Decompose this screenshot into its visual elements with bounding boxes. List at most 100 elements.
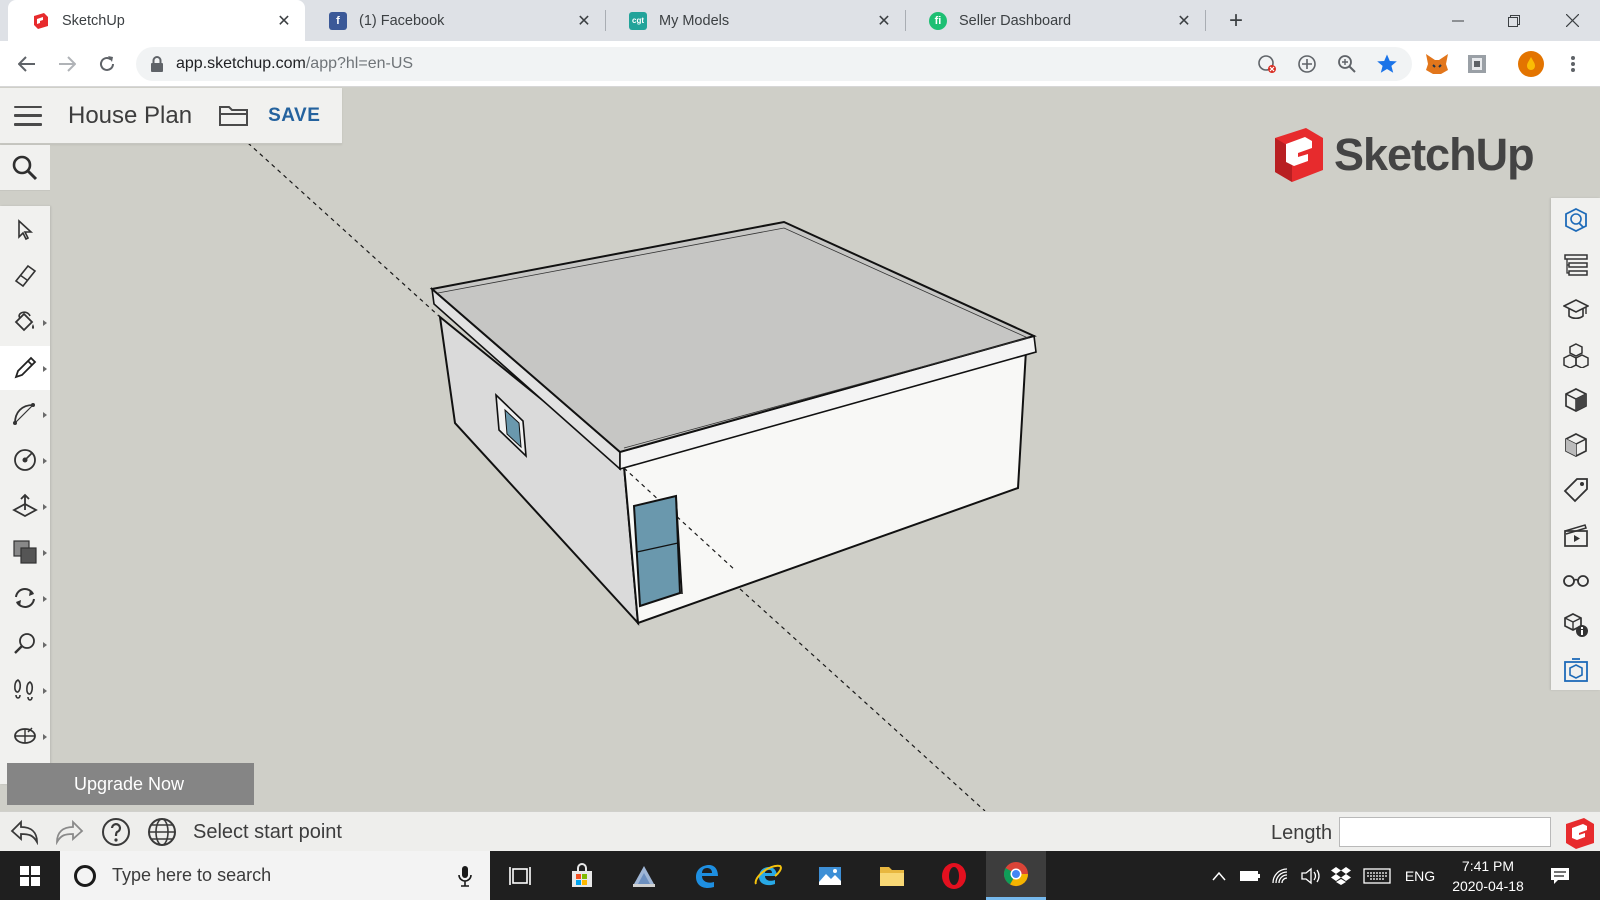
zoom-tool[interactable] xyxy=(0,622,50,666)
battery-tray-icon[interactable] xyxy=(1236,851,1264,900)
keyboard-icon xyxy=(1363,867,1391,884)
taskbar-edge-browser[interactable] xyxy=(676,851,736,900)
install-app-icon[interactable] xyxy=(1294,51,1320,77)
left-toolbar xyxy=(0,206,50,784)
walk-tool[interactable] xyxy=(0,668,50,712)
document-title[interactable]: House Plan xyxy=(68,102,192,130)
close-tab-icon[interactable]: ✕ xyxy=(875,12,893,30)
close-tab-icon[interactable]: ✕ xyxy=(275,12,293,30)
close-window-button[interactable] xyxy=(1544,0,1600,41)
redo-button[interactable] xyxy=(54,817,86,847)
tab-facebook[interactable]: f (1) Facebook ✕ xyxy=(305,0,605,41)
show-hidden-icons-button[interactable] xyxy=(1206,851,1232,900)
scenes-panel-button[interactable] xyxy=(1551,513,1600,557)
select-tool[interactable] xyxy=(0,208,50,252)
tab-title: SketchUp xyxy=(62,12,125,29)
push-pull-tool[interactable] xyxy=(0,484,50,528)
bookmark-star-icon[interactable] xyxy=(1374,51,1400,77)
entity-info-panel-button[interactable] xyxy=(1551,198,1600,242)
arc-tool[interactable] xyxy=(0,392,50,436)
zoom-icon[interactable] xyxy=(1334,51,1360,77)
taskbar-file-explorer[interactable] xyxy=(862,851,922,900)
taskbar-installer-app[interactable] xyxy=(614,851,674,900)
menu-hamburger-icon[interactable] xyxy=(14,105,42,126)
save-button[interactable]: SAVE xyxy=(268,105,320,127)
tool-flyout-caret-icon xyxy=(43,596,47,602)
sketchup-logo-icon xyxy=(1275,128,1323,182)
eraser-tool[interactable] xyxy=(0,254,50,298)
blocked-popup-icon[interactable] xyxy=(1254,51,1280,77)
outliner-panel-button[interactable] xyxy=(1551,243,1600,287)
tab-separator xyxy=(1205,10,1206,31)
orbit-tool[interactable] xyxy=(0,576,50,620)
tab-title: Seller Dashboard xyxy=(959,12,1072,29)
house-model-drawing[interactable] xyxy=(0,88,1600,811)
tab-sketchup[interactable]: SketchUp ✕ xyxy=(8,0,305,41)
forward-button[interactable] xyxy=(53,50,81,78)
length-input[interactable] xyxy=(1339,817,1551,847)
minimize-window-button[interactable] xyxy=(1430,0,1486,41)
outliner-icon xyxy=(1563,254,1588,276)
tool-flyout-caret-icon xyxy=(43,688,47,694)
extension-icon[interactable] xyxy=(1464,51,1490,77)
components-panel-button[interactable] xyxy=(1551,333,1600,377)
tab-seller-dashboard[interactable]: fi Seller Dashboard ✕ xyxy=(905,0,1205,41)
extension-warehouse-panel-button[interactable] xyxy=(1551,648,1600,692)
network-tray-icon[interactable] xyxy=(1268,851,1294,900)
offset-tool[interactable] xyxy=(0,530,50,574)
touch-keyboard-tray-icon[interactable] xyxy=(1360,851,1394,900)
address-bar[interactable]: app.sketchup.com/app?hl=en-US xyxy=(136,47,1412,81)
styles-panel-button[interactable] xyxy=(1551,423,1600,467)
pencil-tool[interactable] xyxy=(0,346,50,390)
input-language-indicator[interactable]: ENG xyxy=(1398,851,1442,900)
taskbar-photos-app[interactable] xyxy=(800,851,860,900)
taskbar-clock[interactable]: 7:41 PM 2020-04-18 xyxy=(1444,856,1532,896)
windows-logo-icon xyxy=(20,865,40,886)
undo-button[interactable] xyxy=(8,817,40,847)
profile-avatar[interactable] xyxy=(1518,51,1544,77)
paint-bucket-tool[interactable] xyxy=(0,300,50,344)
taskbar-opera-browser[interactable] xyxy=(924,851,984,900)
wifi-icon xyxy=(1272,867,1288,883)
tags-panel-button[interactable] xyxy=(1551,468,1600,512)
task-view-button[interactable] xyxy=(490,851,550,900)
tool-flyout-caret-icon xyxy=(43,734,47,740)
restore-window-button[interactable] xyxy=(1486,0,1542,41)
instructor-panel-button[interactable] xyxy=(1551,288,1600,332)
upgrade-now-button[interactable]: Upgrade Now xyxy=(7,763,254,805)
sketchup-logo-text: SketchUp xyxy=(1334,129,1535,180)
microphone-icon[interactable] xyxy=(458,865,472,887)
open-folder-icon[interactable] xyxy=(218,104,250,128)
volume-tray-icon[interactable] xyxy=(1298,851,1324,900)
browser-toolbar: app.sketchup.com/app?hl=en-US xyxy=(0,41,1600,87)
sketchup-viewport[interactable]: House Plan SAVE Upgrade Now SketchUp xyxy=(0,88,1600,811)
dropbox-tray-icon[interactable] xyxy=(1328,851,1354,900)
windows-start-button[interactable] xyxy=(0,851,60,900)
section-plane-icon xyxy=(14,727,36,744)
tool-flyout-caret-icon xyxy=(43,320,47,326)
metamask-extension-icon[interactable] xyxy=(1424,51,1450,77)
model-info-panel-button[interactable] xyxy=(1551,603,1600,647)
browser-menu-icon[interactable] xyxy=(1560,51,1586,77)
close-tab-icon[interactable]: ✕ xyxy=(575,12,593,30)
clock-time: 7:41 PM xyxy=(1461,858,1515,874)
help-button[interactable] xyxy=(100,817,132,847)
tape-measure-tool[interactable] xyxy=(0,438,50,482)
taskbar-internet-explorer[interactable] xyxy=(738,851,798,900)
new-tab-button[interactable]: + xyxy=(1222,7,1250,35)
back-button[interactable] xyxy=(13,50,41,78)
action-center-button[interactable] xyxy=(1540,851,1580,900)
section-plane-tool[interactable] xyxy=(0,714,50,758)
taskbar-chrome-browser[interactable] xyxy=(986,851,1046,900)
language-button[interactable] xyxy=(146,817,178,847)
chevron-up-icon xyxy=(1212,871,1226,880)
close-tab-icon[interactable]: ✕ xyxy=(1175,12,1193,30)
display-panel-button[interactable] xyxy=(1551,558,1600,602)
taskbar-search-box[interactable]: Type here to search xyxy=(60,851,490,900)
tab-my-models[interactable]: cgt My Models ✕ xyxy=(605,0,905,41)
search-button[interactable] xyxy=(0,145,50,191)
clock-date: 2020-04-18 xyxy=(1452,878,1524,894)
reload-button[interactable] xyxy=(93,50,121,78)
materials-panel-button[interactable] xyxy=(1551,378,1600,422)
taskbar-microsoft-store[interactable] xyxy=(552,851,612,900)
